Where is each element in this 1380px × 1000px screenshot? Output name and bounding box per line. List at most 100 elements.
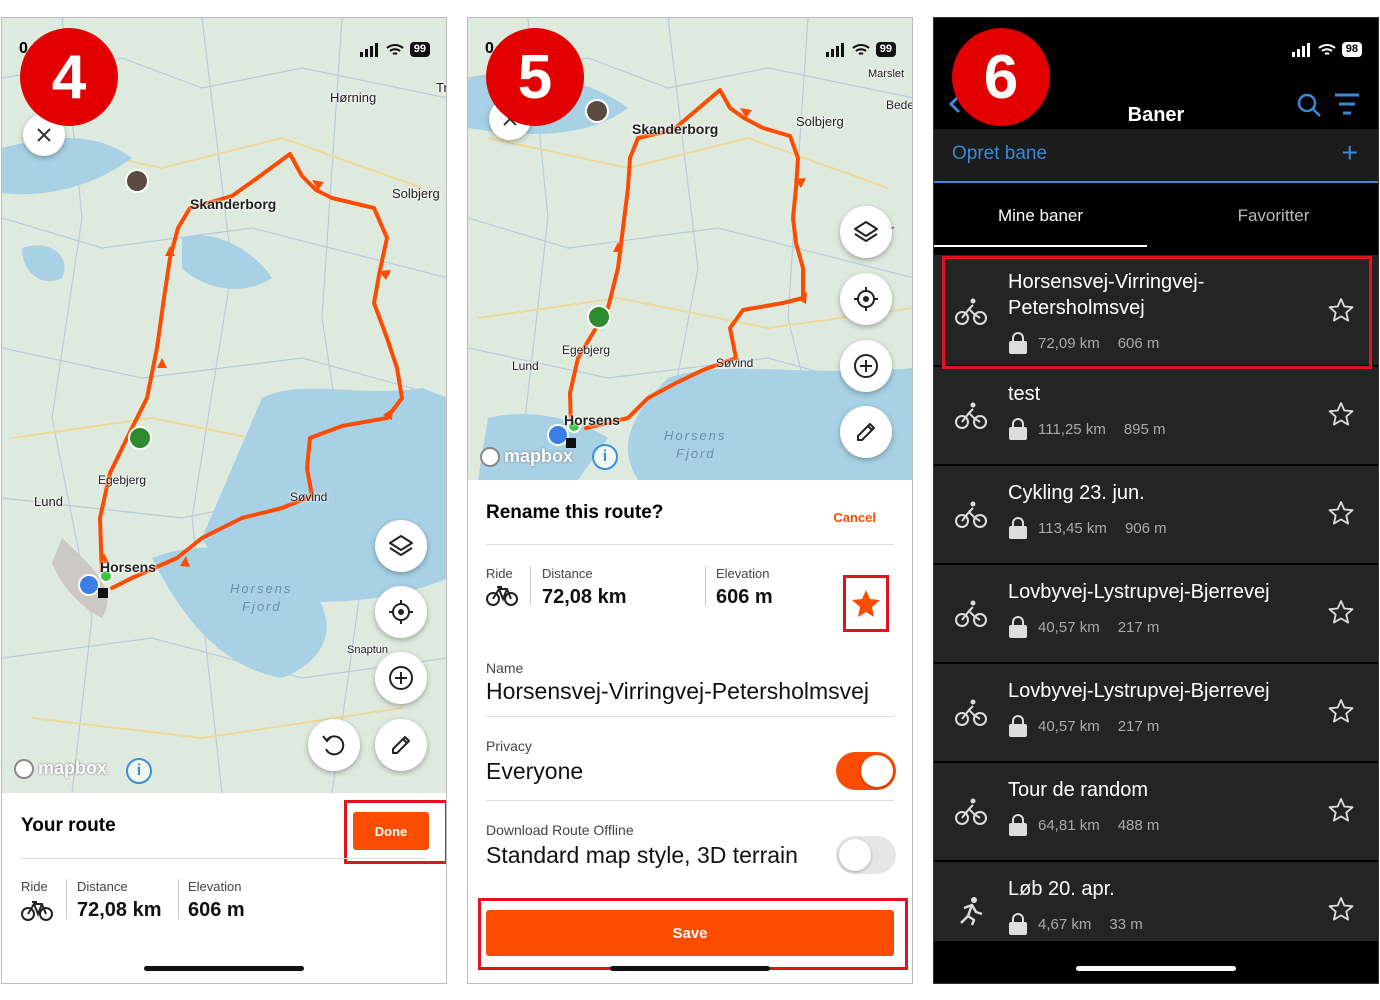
pencil-icon: [392, 736, 410, 754]
route-elevation: 33 m: [1109, 915, 1143, 933]
create-route-row[interactable]: Opret bane +: [934, 129, 1378, 183]
signal-icon: [825, 42, 844, 57]
star-icon[interactable]: [1328, 599, 1354, 625]
map-label-lund: Lund: [512, 359, 539, 373]
route-list-item[interactable]: Lovbyvej-Lystrupvej-Bjerrevej 40,57 km 217…: [934, 664, 1378, 761]
map-label-horsens-fjord: Horsens: [664, 428, 727, 443]
bike-icon: [486, 586, 518, 606]
star-icon[interactable]: [1328, 401, 1354, 427]
mapbox-icon: [480, 446, 500, 467]
route-distance: 40,57 km: [1038, 717, 1100, 735]
route-list-item[interactable]: Løb 20. apr. 4,67 km 33 m: [934, 862, 1378, 941]
lock-icon: [1009, 814, 1027, 836]
ride-icon: [954, 797, 988, 827]
edit-button[interactable]: [375, 719, 427, 771]
divider: [530, 566, 531, 606]
plus-icon[interactable]: +: [1342, 137, 1358, 169]
favorite-button[interactable]: [1328, 698, 1354, 724]
star-icon[interactable]: [1328, 797, 1354, 823]
map-label-snaptun: Snaptun: [347, 644, 388, 656]
privacy-value[interactable]: Everyone: [486, 758, 583, 785]
map-label-bede: Bede: [886, 98, 912, 112]
undo-button[interactable]: [308, 719, 360, 771]
route-title: test: [1008, 383, 1041, 405]
route-meta: 111,25 km 895 m: [1008, 417, 1166, 441]
route-meta: 40,57 km 217 m: [1008, 615, 1159, 639]
home-indicator[interactable]: [1076, 966, 1236, 971]
route-meta: 40,57 km 217 m: [1008, 714, 1159, 738]
route-list-item[interactable]: Tour de random 64,81 km 488 m: [934, 763, 1378, 860]
favorite-button[interactable]: [1328, 599, 1354, 625]
privacy-label: Privacy: [486, 738, 532, 754]
route-map[interactable]: Hørning Tr Skanderborg Solbjerg Egebjerg…: [2, 18, 446, 793]
divider: [178, 879, 179, 919]
map-info-button[interactable]: i: [126, 758, 152, 784]
route-distance: 113,45 km: [1038, 519, 1107, 537]
map-label-egebjerg: Egebjerg: [562, 343, 611, 357]
privacy-toggle[interactable]: [836, 752, 896, 790]
rename-route-sheet: Rename this route? Cancel Ride Distance …: [468, 480, 912, 983]
cancel-button[interactable]: Cancel: [833, 510, 876, 525]
locate-button[interactable]: [375, 586, 427, 638]
elevation-value: 606 m: [188, 899, 245, 921]
map-label-horning: Hørning: [330, 90, 377, 105]
home-indicator[interactable]: [144, 966, 304, 971]
plus-circle-icon: [389, 666, 413, 690]
add-point-button[interactable]: [840, 340, 892, 392]
star-icon[interactable]: [1328, 500, 1354, 526]
map-label-sovind: Søvind: [290, 490, 328, 504]
filter-icon[interactable]: [1334, 92, 1360, 116]
route-distance: 40,57 km: [1038, 618, 1100, 636]
highlight-box: [344, 800, 446, 864]
star-icon[interactable]: [1328, 896, 1354, 922]
route-elevation: 895 m: [1123, 420, 1166, 438]
bike-icon: [955, 699, 987, 726]
elevation-label: Elevation: [188, 879, 242, 894]
create-route-label[interactable]: Opret bane: [952, 143, 1047, 165]
favorite-button[interactable]: [1328, 401, 1354, 427]
tab-my-routes[interactable]: Mine baner: [934, 185, 1147, 247]
mapbox-logo: mapbox: [480, 446, 573, 467]
route-title: Lovbyvej-Lystrupvej-Bjerrevej: [1008, 581, 1270, 603]
add-point-button[interactable]: [375, 652, 427, 704]
ride-label: Ride: [21, 879, 48, 894]
signal-icon: [1291, 42, 1310, 57]
route-title: Lovbyvej-Lystrupvej-Bjerrevej: [1008, 680, 1270, 702]
toggle-knob: [839, 839, 871, 871]
star-icon[interactable]: [1328, 698, 1354, 724]
route-elevation: 217 m: [1117, 717, 1160, 735]
favorite-button[interactable]: [1328, 797, 1354, 823]
mapbox-label: mapbox: [504, 446, 574, 466]
route-list-item[interactable]: Cykling 23. jun. 113,45 km 906 m: [934, 466, 1378, 563]
favorite-button[interactable]: [1328, 500, 1354, 526]
route-meta: 113,45 km 906 m: [1008, 516, 1167, 540]
toggle-knob: [861, 755, 893, 787]
layers-icon: [854, 221, 878, 242]
offline-toggle[interactable]: [836, 836, 896, 874]
wifi-icon: [386, 43, 404, 55]
close-icon: [37, 128, 51, 142]
divider: [66, 879, 67, 919]
wifi-icon: [852, 43, 870, 55]
edit-button[interactable]: [840, 406, 892, 458]
favorite-button[interactable]: [1328, 896, 1354, 922]
distance-label: Distance: [542, 566, 593, 581]
locate-button[interactable]: [840, 273, 892, 325]
sheet-title: Your route: [21, 815, 116, 836]
route-list-item[interactable]: test 111,25 km 895 m: [934, 367, 1378, 464]
divider: [486, 544, 894, 545]
mapbox-icon: [14, 758, 34, 779]
route-meta: 64,81 km 488 m: [1008, 813, 1159, 837]
tabs: Mine baner Favoritter: [934, 185, 1378, 247]
layers-button[interactable]: [375, 520, 427, 572]
mapbox-logo: mapbox: [14, 758, 107, 779]
route-list-item[interactable]: Lovbyvej-Lystrupvej-Bjerrevej 40,57 km 217…: [934, 565, 1378, 662]
layers-button[interactable]: [840, 206, 892, 258]
search-icon[interactable]: [1296, 92, 1322, 118]
map-info-button[interactable]: i: [592, 444, 618, 470]
tab-favorites[interactable]: Favoritter: [1167, 185, 1378, 247]
step-badge: 5: [486, 28, 584, 126]
name-input[interactable]: Horsensvej-Virringvej-Petersholmsvej: [486, 678, 869, 705]
lock-icon: [1009, 913, 1027, 935]
home-indicator[interactable]: [610, 966, 770, 971]
